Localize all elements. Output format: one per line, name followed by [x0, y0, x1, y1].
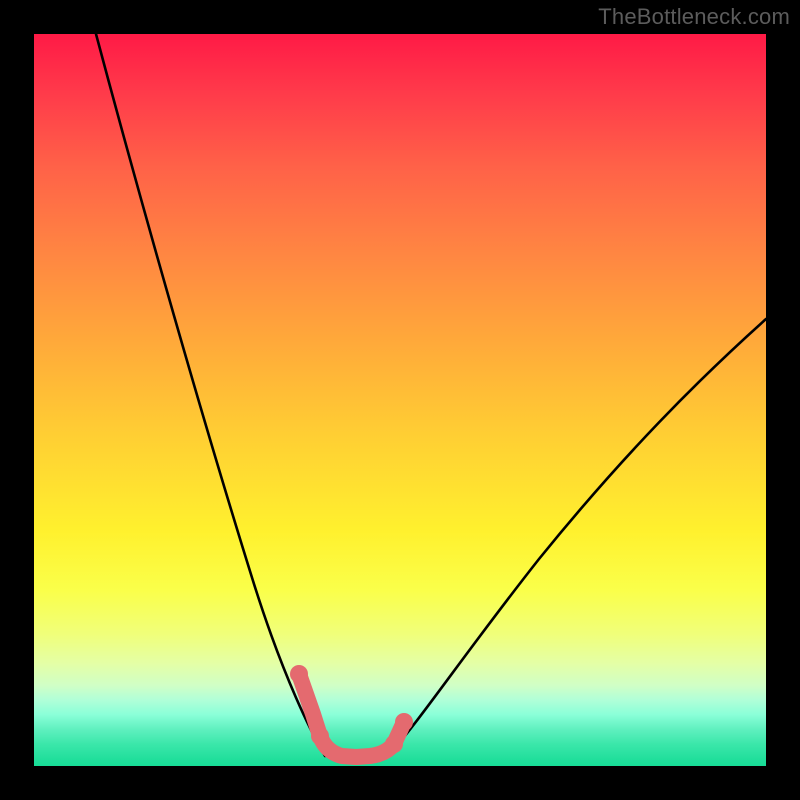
chart-frame: TheBottleneck.com	[0, 0, 800, 800]
pink-dot	[290, 665, 308, 683]
pink-dot	[311, 727, 329, 745]
curve-layer	[34, 34, 766, 766]
plot-area	[34, 34, 766, 766]
pink-dot	[395, 713, 413, 731]
watermark-text: TheBottleneck.com	[598, 4, 790, 30]
pink-dot	[385, 735, 403, 753]
right-curve	[389, 319, 766, 754]
left-curve	[96, 34, 325, 756]
